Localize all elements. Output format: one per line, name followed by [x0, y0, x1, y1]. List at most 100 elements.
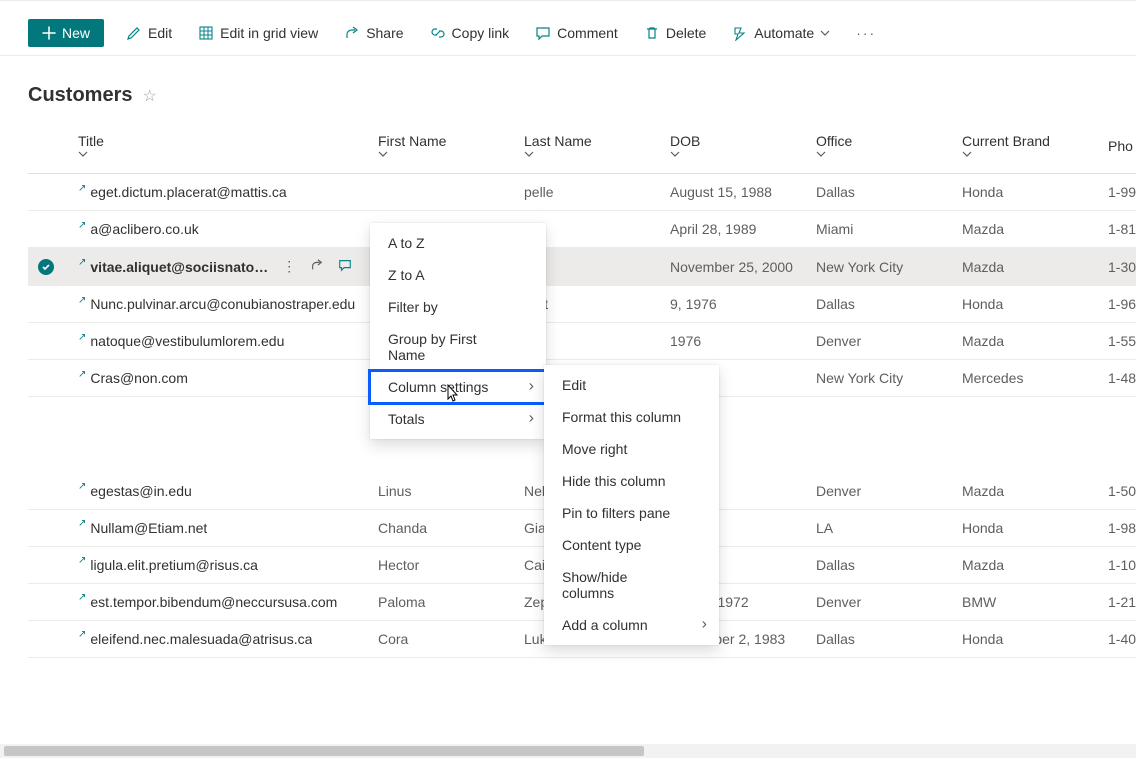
cell-title-text: eget.dictum.placerat@mattis.ca [90, 184, 286, 200]
row-select-cell[interactable] [28, 174, 78, 211]
cell-title[interactable]: ↗eleifend.nec.malesuada@atrisus.ca [78, 620, 378, 657]
submenu-hide[interactable]: Hide this column [544, 465, 719, 497]
cell-brand: Honda [962, 286, 1108, 323]
command-bar: New Edit Edit in grid view Share Copy li… [0, 11, 1136, 56]
edit-grid-button[interactable]: Edit in grid view [194, 21, 322, 45]
row-select-cell[interactable] [28, 546, 78, 583]
cell-phone: 1-40 [1108, 620, 1136, 657]
header-brand[interactable]: Current Brand [962, 119, 1108, 174]
row-select-cell[interactable] [28, 583, 78, 620]
cell-title-text: Cras@non.com [90, 370, 187, 386]
chevron-down-icon [820, 28, 830, 38]
submenu-content-type[interactable]: Content type [544, 529, 719, 561]
cell-title[interactable]: ↗natoque@vestibulumlorem.edu [78, 323, 378, 360]
cell-brand: Mazda [962, 323, 1108, 360]
chevron-down-icon [816, 149, 954, 159]
header-phone[interactable]: Pho [1108, 119, 1136, 174]
share-button[interactable]: Share [340, 21, 407, 45]
row-select-cell[interactable] [28, 360, 78, 397]
cell-brand: Mazda [962, 473, 1108, 510]
cell-brand: Honda [962, 174, 1108, 211]
table-row[interactable]: ↗Nunc.pulvinar.arcu@conubianostraper.edu… [28, 286, 1136, 323]
page-root: New Edit Edit in grid view Share Copy li… [0, 0, 1136, 758]
open-item-icon: ↗ [78, 183, 86, 194]
favorite-star-icon[interactable]: ☆ [142, 86, 156, 106]
cell-title[interactable]: ↗est.tempor.bibendum@neccursusa.com [78, 583, 378, 620]
automate-label: Automate [754, 25, 814, 41]
submenu-move-right[interactable]: Move right [544, 433, 719, 465]
header-first-name[interactable]: First Name [378, 119, 524, 174]
cursor-icon [444, 383, 462, 408]
cell-phone: 1-55 [1108, 323, 1136, 360]
cell-title-text: vitae.aliquet@sociisnato… [90, 259, 268, 275]
table-row[interactable]: ↗vitae.aliquet@sociisnato…⋮ithNovember 2… [28, 248, 1136, 286]
cell-first: Paloma [378, 583, 524, 620]
menu-a-to-z[interactable]: A to Z [370, 227, 546, 259]
chevron-down-icon [378, 149, 516, 159]
more-button[interactable]: ··· [852, 21, 880, 45]
share-label: Share [366, 25, 403, 41]
cell-title[interactable]: ↗Nullam@Etiam.net [78, 509, 378, 546]
row-select-cell[interactable] [28, 509, 78, 546]
cell-dob: April 28, 1989 [670, 211, 816, 248]
submenu-edit[interactable]: Edit [544, 369, 719, 401]
header-office[interactable]: Office [816, 119, 962, 174]
table-row[interactable]: ↗eget.dictum.placerat@mattis.capelleAugu… [28, 174, 1136, 211]
cell-brand: Mazda [962, 211, 1108, 248]
table-row[interactable]: ↗a@aclibero.co.ukithApril 28, 1989MiamiM… [28, 211, 1136, 248]
cell-title[interactable]: ↗egestas@in.edu [78, 473, 378, 510]
submenu-show-hide[interactable]: Show/hide columns [544, 561, 719, 609]
copy-link-button[interactable]: Copy link [426, 21, 514, 45]
submenu-format[interactable]: Format this column [544, 401, 719, 433]
row-more-icon[interactable]: ⋮ [282, 258, 296, 275]
new-button[interactable]: New [28, 19, 104, 47]
header-select[interactable] [28, 119, 78, 174]
copy-link-label: Copy link [452, 25, 510, 41]
menu-group-by[interactable]: Group by First Name [370, 323, 546, 371]
row-select-cell[interactable] [28, 473, 78, 510]
pencil-icon [126, 25, 142, 41]
header-last-name[interactable]: Last Name [524, 119, 670, 174]
scrollbar-thumb[interactable] [4, 746, 644, 756]
row-comment-icon[interactable] [338, 258, 352, 275]
row-select-cell[interactable] [28, 323, 78, 360]
menu-filter-by[interactable]: Filter by [370, 291, 546, 323]
menu-z-to-a[interactable]: Z to A [370, 259, 546, 291]
cell-dob: 9, 1976 [670, 286, 816, 323]
cell-office: Dallas [816, 546, 962, 583]
new-label: New [62, 25, 90, 41]
cell-brand: BMW [962, 583, 1108, 620]
edit-button[interactable]: Edit [122, 21, 176, 45]
row-select-cell[interactable] [28, 286, 78, 323]
header-title-label: Title [78, 133, 104, 149]
cell-first: Linus [378, 473, 524, 510]
cell-title[interactable]: ↗ligula.elit.pretium@risus.ca [78, 546, 378, 583]
comment-button[interactable]: Comment [531, 21, 622, 45]
header-title[interactable]: Title [78, 119, 378, 174]
cell-brand: Mazda [962, 248, 1108, 286]
cell-title[interactable]: ↗Cras@non.com [78, 360, 378, 397]
submenu-add-column[interactable]: Add a column [544, 609, 719, 641]
delete-button[interactable]: Delete [640, 21, 710, 45]
cell-dob: August 15, 1988 [670, 174, 816, 211]
row-share-icon[interactable] [310, 258, 324, 275]
automate-button[interactable]: Automate [728, 21, 834, 45]
header-row: Title First Name Last Name DOB [28, 119, 1136, 174]
row-select-cell[interactable] [28, 248, 78, 286]
cell-phone: 1-21 [1108, 583, 1136, 620]
cell-title[interactable]: ↗Nunc.pulvinar.arcu@conubianostraper.edu [78, 286, 378, 323]
cell-title[interactable]: ↗vitae.aliquet@sociisnato…⋮ [78, 248, 378, 286]
comment-icon [535, 25, 551, 41]
cell-office: Dallas [816, 286, 962, 323]
cell-office: Denver [816, 323, 962, 360]
horizontal-scrollbar[interactable] [0, 744, 1136, 758]
submenu-pin[interactable]: Pin to filters pane [544, 497, 719, 529]
cell-title[interactable]: ↗ eget.dictum.placerat@mattis.ca [78, 174, 378, 211]
open-item-icon: ↗ [78, 332, 86, 343]
table-row[interactable]: ↗natoque@vestibulumlorem.edu1976DenverMa… [28, 323, 1136, 360]
header-dob[interactable]: DOB [670, 119, 816, 174]
cell-title[interactable]: ↗a@aclibero.co.uk [78, 211, 378, 248]
cell-office: Miami [816, 211, 962, 248]
row-select-cell[interactable] [28, 620, 78, 657]
row-select-cell[interactable] [28, 211, 78, 248]
